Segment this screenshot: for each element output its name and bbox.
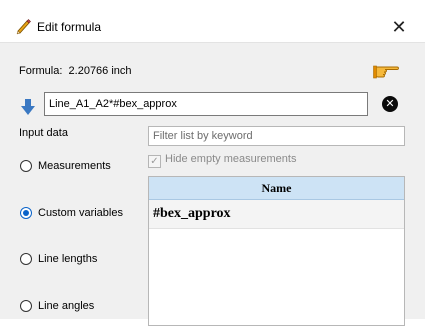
radio-line-angles[interactable]: Line angles [20, 300, 94, 312]
table-row[interactable]: #bex_approx [149, 200, 404, 229]
dialog-body: Formula: 2.20766 inch Line_A1_A2*#bex_ap… [0, 43, 425, 326]
hide-empty-label: Hide empty measurements [165, 153, 297, 165]
window-title: Edit formula [37, 20, 102, 34]
pencil-icon [16, 19, 31, 35]
radio-custom-variables[interactable]: Custom variables [20, 207, 123, 219]
hide-empty-checkbox[interactable]: ✓ Hide empty measurements [148, 153, 296, 168]
formula-value: 2.20766 inch [68, 65, 132, 77]
filter-input[interactable]: Filter list by keyword [148, 126, 405, 146]
radio-label: Line lengths [38, 253, 98, 265]
radio-label: Custom variables [38, 207, 123, 219]
radio-label: Line angles [38, 300, 95, 312]
clear-formula-button[interactable]: ✕ [382, 96, 398, 112]
formula-label: Formula: [19, 65, 63, 77]
arrow-down-icon[interactable] [20, 98, 36, 116]
checkbox-check-icon[interactable]: ✓ [148, 155, 161, 168]
title-bar: Edit formula ✕ [0, 0, 425, 43]
radio-measurements[interactable]: Measurements [20, 160, 111, 172]
input-data-label: Input data [19, 127, 68, 139]
column-header-name[interactable]: Name [149, 177, 404, 200]
radio-line-lengths[interactable]: Line lengths [20, 253, 97, 265]
variables-table: Name #bex_approx [148, 176, 405, 326]
radio-icon[interactable] [20, 160, 32, 172]
formula-result: Formula: 2.20766 inch [19, 65, 132, 77]
pointing-hand-icon[interactable] [373, 58, 401, 82]
radio-icon[interactable] [20, 253, 32, 265]
table-cell-name: #bex_approx [153, 206, 231, 221]
close-button[interactable]: ✕ [388, 17, 410, 39]
formula-expression-field[interactable]: Line_A1_A2*#bex_approx [44, 92, 368, 116]
radio-label: Measurements [38, 160, 111, 172]
radio-icon[interactable] [20, 300, 32, 312]
radio-selected-icon[interactable] [20, 207, 32, 219]
